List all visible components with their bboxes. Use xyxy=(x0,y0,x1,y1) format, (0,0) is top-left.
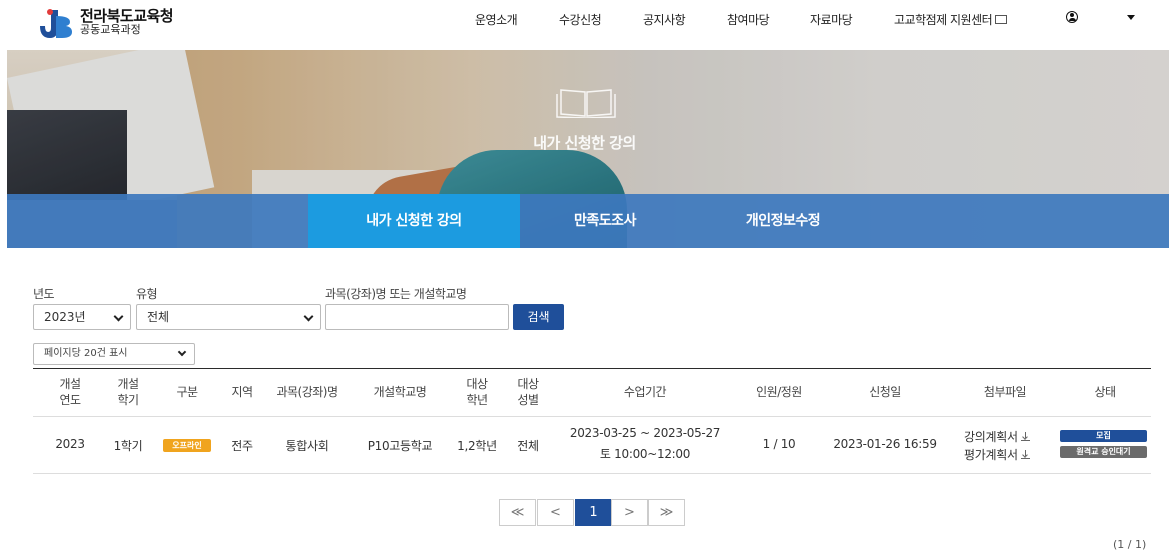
col-region: 지역 xyxy=(231,385,253,399)
year-select-value: 2023년 xyxy=(44,310,86,324)
cell-period-time: 토 10:00~12:00 xyxy=(599,447,691,461)
download-icon xyxy=(1020,450,1030,459)
year-select[interactable]: 2023년 xyxy=(33,304,131,330)
hero-title: 내가 신청한 강의 xyxy=(533,134,636,152)
page-count: (1 / 1) xyxy=(1113,538,1147,551)
file-evaluation-plan-label: 평가계획서 xyxy=(964,448,1018,462)
per-page-select[interactable]: 페이지당 20건 표시 xyxy=(33,343,195,365)
cell-capacity: 1 / 10 xyxy=(762,437,796,451)
cell-grade: 1,2학년 xyxy=(457,439,497,453)
type-label: 유형 xyxy=(136,287,158,301)
nav-item-community[interactable]: 참여마당 xyxy=(727,11,770,28)
tab-my-courses[interactable]: 내가 신청한 강의 xyxy=(308,194,520,248)
col-term: 개설 학기 xyxy=(117,377,139,407)
status-badge-pending: 원격교 승인대기 xyxy=(1060,446,1147,458)
nav-item-resources[interactable]: 자료마당 xyxy=(810,11,853,28)
col-course: 과목(강좌)명 xyxy=(276,385,338,399)
page-next-button[interactable]: > xyxy=(611,499,648,526)
cell-region: 전주 xyxy=(231,439,253,453)
year-label: 년도 xyxy=(33,287,55,301)
col-year: 개설 연도 xyxy=(59,377,81,407)
cell-school: P10고등학교 xyxy=(367,439,433,453)
col-school: 개설학교명 xyxy=(373,385,427,399)
file-lecture-plan-label: 강의계획서 xyxy=(964,430,1018,444)
external-link-icon xyxy=(995,15,1008,24)
col-applied: 신청일 xyxy=(869,385,901,399)
site-header: 전라북도교육청 공동교육과정 운영소개 수강신청 공지사항 참여마당 자료마당 … xyxy=(0,0,1169,50)
download-icon xyxy=(1020,432,1030,441)
page-first-button[interactable]: ≪ xyxy=(499,499,536,526)
chevron-down-icon xyxy=(177,347,187,357)
main-nav: 운영소개 수강신청 공지사항 참여마당 자료마당 고교학점제 지원센터 xyxy=(0,0,1169,38)
search-button[interactable]: 검색 xyxy=(513,304,564,330)
col-kind: 구분 xyxy=(176,385,198,399)
user-account-icon[interactable] xyxy=(1066,11,1078,23)
per-page-value: 페이지당 20건 표시 xyxy=(44,348,128,359)
cell-term: 1학기 xyxy=(113,439,143,453)
cell-period-dates: 2023-03-25 ~ 2023-05-27 xyxy=(569,426,721,440)
page-number-button[interactable]: 1 xyxy=(575,499,612,526)
sub-tab-bar: 내가 신청한 강의 만족도조사 개인정보수정 xyxy=(7,194,1169,248)
col-period: 수업기간 xyxy=(623,385,667,399)
nav-item-enroll[interactable]: 수강신청 xyxy=(559,11,602,28)
nav-item-about[interactable]: 운영소개 xyxy=(475,11,518,28)
cell-year: 2023 xyxy=(55,437,85,451)
open-book-icon xyxy=(556,89,616,118)
chevron-down-icon xyxy=(303,311,314,322)
nav-item-credit-center-label: 고교학점제 지원센터 xyxy=(894,13,993,27)
col-status: 상태 xyxy=(1094,385,1116,399)
offline-badge: 오프라인 xyxy=(163,439,211,452)
type-select[interactable]: 전체 xyxy=(136,304,321,330)
nav-item-credit-center[interactable]: 고교학점제 지원센터 xyxy=(894,11,1008,28)
keyword-input[interactable] xyxy=(325,304,509,330)
page-last-button[interactable]: ≫ xyxy=(648,499,685,526)
page-prev-button[interactable]: < xyxy=(537,499,574,526)
chevron-down-icon[interactable] xyxy=(1127,15,1135,20)
status-badge-recruiting: 모집 xyxy=(1060,430,1147,442)
cell-applied-date: 2023-01-26 16:59 xyxy=(833,437,937,451)
keyword-label: 과목(강좌)명 또는 개설학교명 xyxy=(325,287,467,301)
table-top-border xyxy=(33,368,1151,369)
tab-satisfaction-survey[interactable]: 만족도조사 xyxy=(520,194,690,248)
col-files: 첨부파일 xyxy=(983,385,1027,399)
cell-gender: 전체 xyxy=(517,439,539,453)
tab-edit-profile[interactable]: 개인정보수정 xyxy=(690,194,876,248)
file-lecture-plan[interactable]: 강의계획서 xyxy=(964,428,1030,445)
nav-item-notice[interactable]: 공지사항 xyxy=(643,11,686,28)
file-evaluation-plan[interactable]: 평가계획서 xyxy=(964,446,1030,463)
cell-course: 통합사회 xyxy=(285,439,329,453)
table-bottom-border xyxy=(33,473,1151,474)
type-select-value: 전체 xyxy=(147,310,170,324)
col-gender: 대상 성별 xyxy=(517,377,539,407)
col-grade: 대상 학년 xyxy=(466,377,488,407)
col-capacity: 인원/정원 xyxy=(756,385,802,399)
chevron-down-icon xyxy=(113,311,124,322)
table-header-divider xyxy=(33,416,1151,417)
